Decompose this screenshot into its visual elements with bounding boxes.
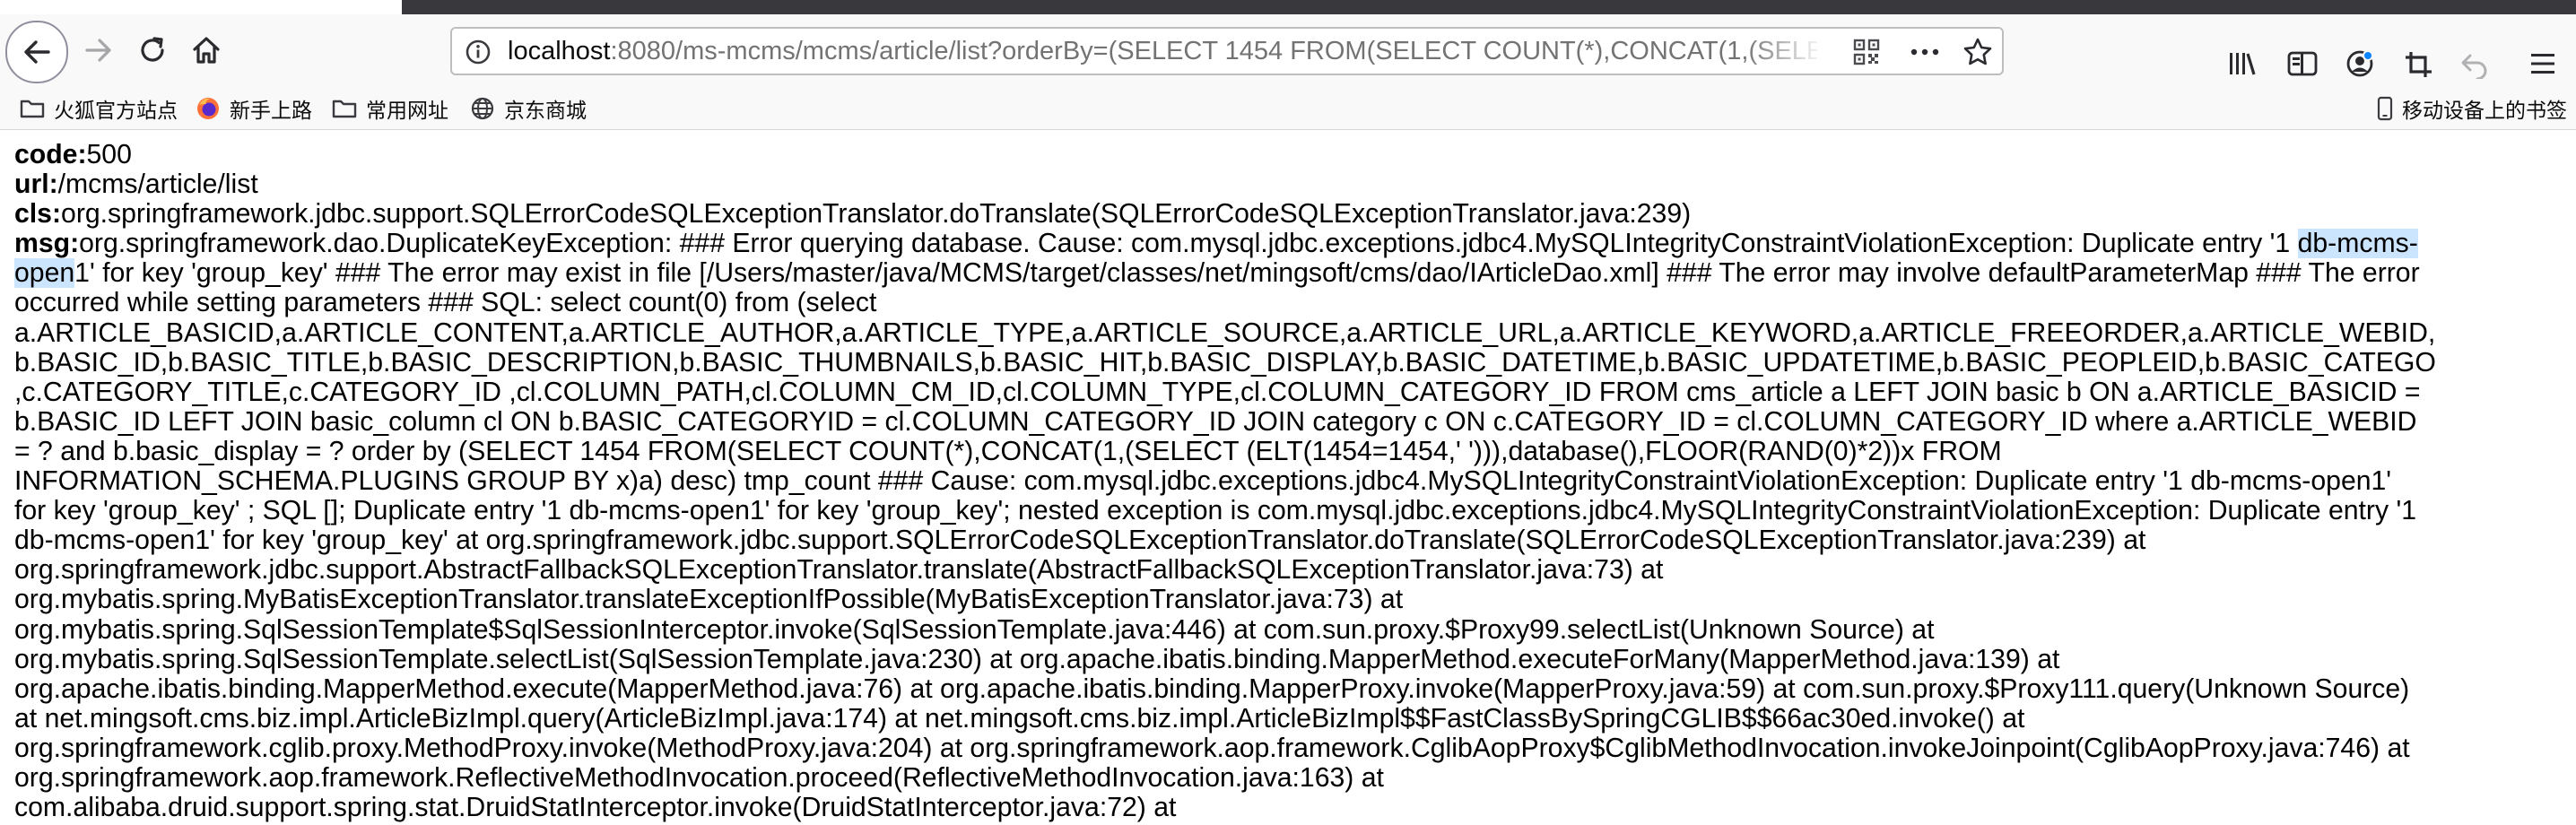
msg-text: org.springframework.dao.DuplicateKeyExce…	[79, 229, 2298, 259]
url-path: :8080/ms-mcms/mcms/article/list?orderBy=…	[610, 37, 1817, 65]
msg-line: b.BASIC_ID,b.BASIC_TITLE,b.BASIC_DESCRIP…	[14, 347, 2436, 378]
back-button[interactable]	[5, 21, 68, 83]
bookmark-item[interactable]: 常用网址	[332, 88, 448, 129]
screenshot-crop-icon[interactable]	[2404, 50, 2434, 83]
bookmark-label: 京东商城	[504, 99, 587, 122]
forward-arrow-icon	[83, 35, 114, 65]
msg-line: INFORMATION_SCHEMA.PLUGINS GROUP BY x)a)…	[14, 466, 2392, 497]
undo-icon	[2459, 50, 2490, 83]
url-fade-overlay	[1744, 30, 1824, 72]
folder-icon	[332, 98, 357, 119]
msg-line: for key 'group_key' ; SQL []; Duplicate …	[14, 496, 2417, 526]
home-button[interactable]	[178, 22, 235, 79]
library-icon[interactable]	[2228, 50, 2258, 82]
msg-line: a.ARTICLE_BASICID,a.ARTICLE_CONTENT,a.AR…	[14, 317, 2436, 348]
msg-line: org.springframework.aop.framework.Reflec…	[14, 762, 1384, 793]
navigation-toolbar: localhost:8080/ms-mcms/mcms/article/list…	[0, 14, 2576, 88]
msg-line: com.alibaba.druid.support.spring.stat.Dr…	[14, 793, 1177, 823]
cls-label: cls:	[14, 199, 62, 230]
tab-strip-background	[402, 0, 2576, 14]
msg-line: org.mybatis.spring.MyBatisExceptionTrans…	[14, 585, 1404, 615]
msg-line: org.springframework.cglib.proxy.MethodPr…	[14, 733, 2410, 763]
msg-line: open1' for key 'group_key' ### The error…	[14, 258, 2576, 289]
msg-line: org.mybatis.spring.SqlSessionTemplate$Sq…	[14, 614, 1935, 645]
msg-line: org.springframework.jdbc.support.Abstrac…	[14, 555, 1664, 586]
msg-line: ,c.CATEGORY_TITLE,c.CATEGORY_ID ,cl.COLU…	[14, 377, 2421, 407]
selected-text: db-mcms-	[2297, 229, 2418, 259]
bookmarks-toolbar: 火狐官方站点 新手上路 常用网址 京东商城 移动设备上的书签	[0, 88, 2576, 130]
url-bar[interactable]: localhost:8080/ms-mcms/mcms/article/list…	[450, 27, 2004, 75]
hamburger-menu-icon[interactable]	[2529, 52, 2556, 80]
reload-button[interactable]	[124, 22, 181, 79]
code-label: code:	[14, 140, 87, 169]
msg-line: = ? and b.basic_display = ? order by (SE…	[14, 436, 2002, 466]
tab-strip	[0, 0, 2576, 14]
home-icon	[191, 35, 222, 65]
back-arrow-icon	[22, 37, 52, 67]
bookmark-label: 火狐官方站点	[54, 99, 178, 122]
error-cls-line: cls:org.springframework.jdbc.support.SQL…	[14, 199, 2576, 229]
mobile-bookmarks-item[interactable]: 移动设备上的书签	[2377, 88, 2567, 129]
msg-line: db-mcms-open1' for key 'group_key' at or…	[14, 525, 2146, 556]
error-page-content: code:500 url:/mcms/article/list cls:org.…	[14, 140, 2576, 825]
bookmark-item[interactable]: 火狐官方站点	[20, 88, 178, 129]
reload-icon	[137, 35, 168, 65]
account-icon[interactable]	[2345, 48, 2375, 83]
msg-label: msg:	[14, 229, 80, 259]
url-host: localhost	[508, 37, 611, 65]
bookmark-star-icon[interactable]	[1962, 37, 1993, 67]
forward-button[interactable]	[70, 22, 127, 79]
msg-line: msg:org.springframework.dao.DuplicateKey…	[14, 229, 2576, 259]
globe-icon	[470, 96, 495, 121]
url-value: /mcms/article/list	[57, 169, 258, 200]
msg-line: org.apache.ibatis.binding.MapperMethod.e…	[14, 673, 2410, 704]
msg-line: b.BASIC_ID LEFT JOIN basic_column cl ON …	[14, 406, 2417, 437]
code-value: 500	[86, 140, 132, 169]
url-label: url:	[14, 169, 58, 200]
msg-text: 1' for key 'group_key' ### The error may…	[74, 258, 2420, 289]
bookmark-label: 新手上路	[230, 99, 312, 122]
page-actions-icon[interactable]	[1907, 39, 1943, 65]
mobile-bookmarks-label: 移动设备上的书签	[2402, 99, 2567, 122]
folder-icon	[20, 98, 45, 119]
msg-line: occurred while setting parameters ### SQ…	[14, 288, 877, 318]
url-text[interactable]: localhost:8080/ms-mcms/mcms/article/list…	[508, 29, 1817, 74]
selected-text: open	[14, 258, 75, 289]
mobile-device-icon	[2377, 96, 2393, 121]
bookmark-label: 常用网址	[366, 99, 448, 122]
msg-line: at net.mingsoft.cms.biz.impl.ArticleBizI…	[14, 703, 2025, 734]
firefox-icon	[196, 96, 221, 121]
msg-line: org.mybatis.spring.SqlSessionTemplate.se…	[14, 644, 2060, 674]
cls-value: org.springframework.jdbc.support.SQLErro…	[61, 199, 1692, 230]
error-code-line: code:500	[14, 140, 2576, 169]
sidebar-toggle-icon[interactable]	[2287, 50, 2318, 82]
site-info-icon[interactable]	[465, 39, 492, 65]
bookmark-item[interactable]: 京东商城	[470, 88, 587, 129]
bookmark-item[interactable]: 新手上路	[196, 88, 312, 129]
qr-code-icon[interactable]	[1853, 39, 1880, 65]
error-url-line: url:/mcms/article/list	[14, 169, 2576, 199]
error-msg-block: msg:org.springframework.dao.DuplicateKey…	[14, 229, 2576, 822]
